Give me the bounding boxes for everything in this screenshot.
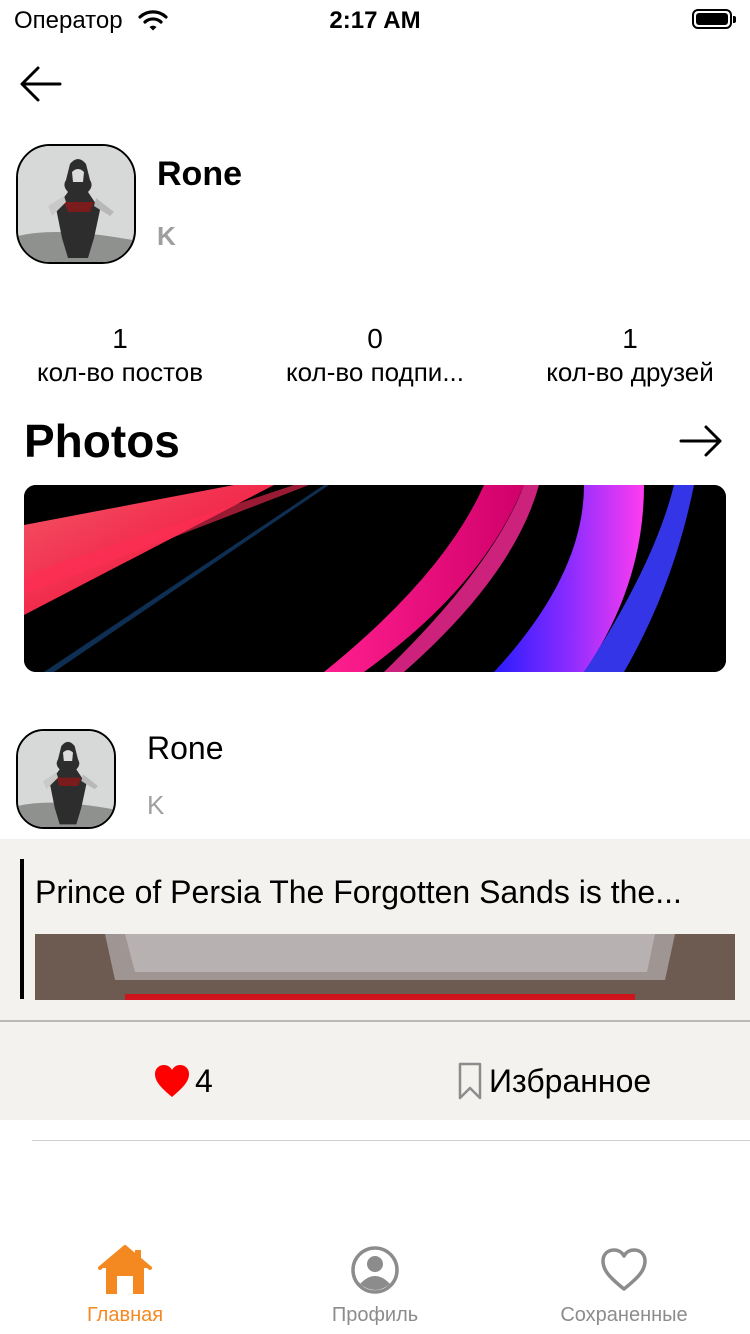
stat-posts-label: кол-во постов: [36, 357, 204, 387]
favorite-button[interactable]: Избранное: [489, 1063, 651, 1100]
stat-posts-value: 1: [112, 323, 128, 354]
likes-count: 4: [195, 1063, 213, 1099]
profile-avatar[interactable]: [16, 144, 136, 264]
bookmark-icon[interactable]: [458, 1062, 482, 1100]
stat-subscriptions-value: 0: [367, 323, 383, 354]
profile-name: Rone: [157, 155, 242, 193]
battery-icon: [692, 9, 736, 29]
post-author-name: Rone: [147, 730, 224, 766]
tab-saved[interactable]: Сохраненные: [499, 1244, 749, 1327]
home-icon: [98, 1245, 152, 1294]
post-image[interactable]: [35, 934, 735, 1000]
photos-title: Photos: [24, 415, 180, 467]
stat-subscriptions[interactable]: 0 кол-во подпи...: [255, 322, 495, 388]
arrow-right-icon[interactable]: [678, 424, 724, 458]
post-quote-bar: [20, 859, 24, 999]
photos-preview-image[interactable]: [24, 485, 726, 672]
status-bar: Оператор 2:17 AM: [0, 0, 750, 40]
heart-outline-icon: [601, 1248, 647, 1291]
tab-saved-label: Сохраненные: [560, 1304, 688, 1326]
stat-friends[interactable]: 1 кол-во друзей: [510, 322, 750, 388]
divider: [32, 1140, 750, 1141]
back-arrow-icon[interactable]: [18, 64, 64, 104]
stat-friends-label: кол-во друзей: [546, 357, 714, 387]
tab-home[interactable]: Главная: [0, 1244, 250, 1327]
stat-friends-value: 1: [622, 323, 638, 354]
tab-profile[interactable]: Профиль: [250, 1244, 500, 1327]
heart-filled-icon[interactable]: [154, 1064, 190, 1098]
post-author-subtitle: K: [147, 790, 165, 820]
tab-profile-label: Профиль: [331, 1304, 419, 1326]
stat-posts[interactable]: 1 кол-во постов: [0, 322, 240, 388]
tab-home-label: Главная: [86, 1304, 164, 1326]
profile-subtitle: K: [157, 221, 176, 251]
status-time: 2:17 AM: [329, 7, 421, 34]
stat-subscriptions-label: кол-во подпи...: [285, 357, 464, 387]
profile-icon: [351, 1246, 399, 1294]
post-text: Prince of Persia The Forgotten Sands is …: [35, 874, 682, 910]
post-author-avatar[interactable]: [16, 729, 116, 829]
